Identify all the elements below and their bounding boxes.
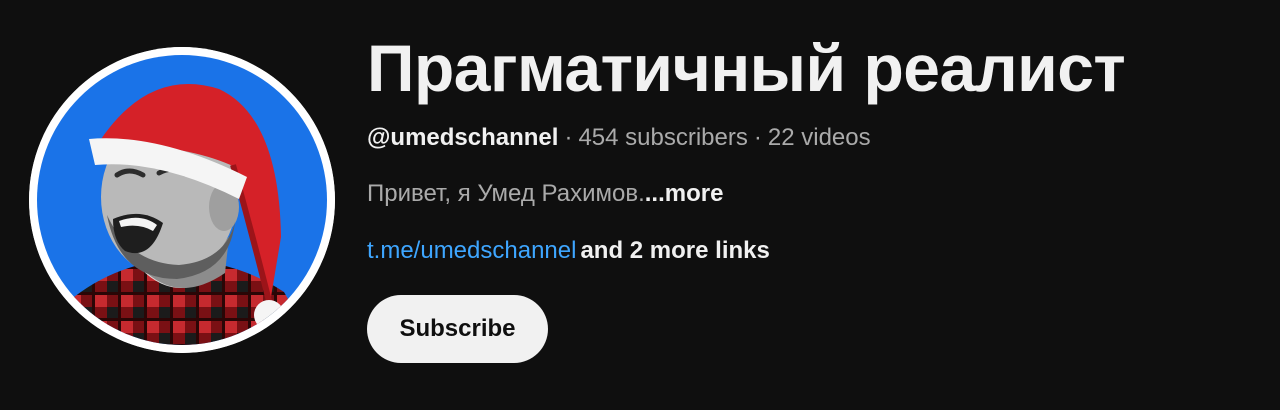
- subscriber-count: 454 subscribers: [578, 124, 748, 151]
- avatar-portrait-icon: [29, 47, 335, 353]
- channel-info: Прагматичный реалист @umedschannel · 454 s…: [367, 28, 1247, 267]
- subscribe-button[interactable]: Subscribe: [367, 295, 548, 363]
- meta-separator: ·: [753, 124, 762, 151]
- channel-title: Прагматичный реалист: [367, 31, 1126, 105]
- channel-links: t.me/umedschannel and 2 more links: [367, 235, 1247, 267]
- channel-handle[interactable]: @umedschannel: [367, 124, 558, 151]
- channel-header: Прагматичный реалист @umedschannel · 454 s…: [0, 0, 1280, 410]
- channel-avatar[interactable]: [29, 47, 335, 353]
- meta-separator: ·: [564, 124, 573, 151]
- channel-meta: @umedschannel · 454 subscribers · 22 videos: [367, 122, 1247, 154]
- description-more-button[interactable]: ...more: [645, 180, 724, 207]
- telegram-link[interactable]: t.me/umedschannel: [367, 237, 576, 264]
- more-links-button[interactable]: and 2 more links: [580, 237, 769, 264]
- video-count: 22 videos: [767, 124, 871, 151]
- description-text: Привет, я Умед Рахимов.: [367, 180, 645, 207]
- channel-description[interactable]: Привет, я Умед Рахимов....more: [367, 178, 1247, 210]
